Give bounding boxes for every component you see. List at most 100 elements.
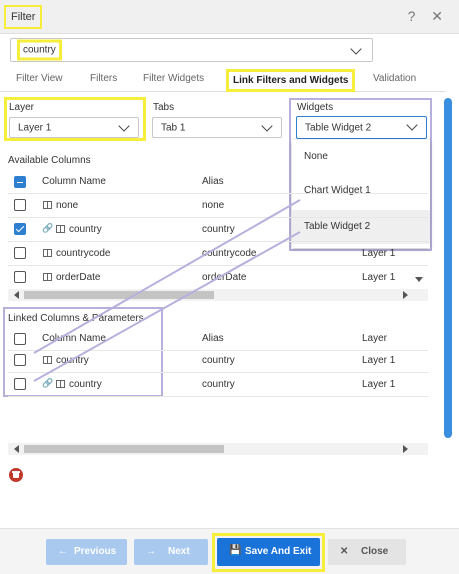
table-row[interactable]: orderDate orderDate Layer 1	[8, 266, 428, 290]
title-icons: ? ✕	[408, 8, 449, 25]
hscroll-thumb[interactable]	[24, 291, 214, 299]
layer-select-value: Layer 1	[18, 122, 52, 133]
filter-select[interactable]: country	[10, 38, 373, 62]
linked-columns-hscrollbar[interactable]	[8, 443, 428, 455]
dialog-footer: ← Previous → Next 💾 Save And Exit ✕ Clos…	[0, 528, 459, 574]
column-icon	[43, 356, 52, 364]
widgets-label: Widgets	[297, 102, 334, 113]
hscroll-thumb[interactable]	[24, 445, 224, 453]
row-column-name: none	[56, 200, 79, 211]
widgets-select[interactable]: Table Widget 2	[296, 116, 427, 139]
filter-select-value: country	[17, 39, 62, 61]
row-layer: Layer 1	[362, 379, 396, 390]
select-all-linked-checkbox[interactable]	[14, 333, 26, 345]
table-row[interactable]: country country Layer 1	[8, 349, 428, 373]
row-alias: countrycode	[202, 248, 257, 259]
tabs-select-value: Tab 1	[161, 122, 186, 133]
header-alias: Alias	[202, 176, 224, 187]
layer-label: Layer	[9, 102, 35, 113]
row-checkbox[interactable]	[14, 199, 26, 211]
tab-bar: Filter View Filters Filter Widgets Link …	[0, 66, 445, 92]
table-row[interactable]: 🔗 country country Layer 1	[8, 373, 428, 397]
link-icon: 🔗	[42, 378, 54, 388]
tabs-label: Tabs	[153, 102, 175, 113]
row-column-name: orderDate	[56, 272, 101, 283]
link-icon: 🔗	[42, 223, 54, 233]
row-checkbox[interactable]	[14, 354, 26, 366]
row-column-name: countrycode	[56, 248, 111, 259]
linked-columns-title: Linked Columns & Parameters	[8, 313, 144, 324]
tab-filter-widgets[interactable]: Filter Widgets	[143, 73, 204, 84]
tab-filters[interactable]: Filters	[90, 73, 117, 84]
header-column-name: Column Name	[42, 333, 106, 344]
tabs-select[interactable]: Tab 1	[152, 117, 282, 138]
save-and-exit-button[interactable]: 💾 Save And Exit	[217, 538, 320, 566]
column-icon	[56, 225, 65, 233]
close-icon: ✕	[340, 546, 349, 557]
save-icon: 💾	[229, 545, 242, 556]
widgets-option-none[interactable]: None	[292, 140, 430, 174]
help-icon[interactable]: ?	[408, 8, 422, 24]
row-alias: country	[202, 379, 235, 390]
column-icon	[43, 249, 52, 257]
tab-filter-view[interactable]: Filter View	[16, 73, 63, 84]
close-button-label: Close	[361, 546, 389, 557]
row-column-name: country	[69, 224, 102, 235]
row-alias: country	[202, 224, 235, 235]
arrow-right-icon: →	[146, 546, 156, 557]
header-layer: Layer	[362, 333, 388, 344]
widgets-select-value: Table Widget 2	[305, 122, 372, 133]
dialog-title: Filter	[4, 5, 43, 29]
scroll-left-arrow[interactable]	[14, 291, 19, 299]
column-icon	[43, 273, 52, 281]
row-alias: none	[202, 200, 225, 211]
row-checkbox[interactable]	[14, 271, 26, 283]
row-layer: Layer 1	[362, 272, 396, 283]
row-layer: Layer 1	[362, 355, 396, 366]
scroll-right-arrow[interactable]	[403, 445, 408, 453]
next-button-label: Next	[168, 546, 190, 557]
select-all-checkbox[interactable]	[14, 176, 26, 188]
available-columns-title: Available Columns	[8, 155, 91, 166]
linked-columns-header-row: Column Name Alias Layer	[8, 327, 428, 351]
next-button[interactable]: → Next	[134, 539, 208, 565]
tab-link-filters-and-widgets[interactable]: Link Filters and Widgets	[226, 69, 356, 92]
scroll-left-arrow[interactable]	[14, 445, 19, 453]
row-column-name: country	[69, 379, 102, 390]
table-row[interactable]: 🔗 country country	[8, 218, 428, 242]
previous-button-label: Previous	[74, 546, 117, 557]
close-button[interactable]: ✕ Close	[328, 539, 406, 565]
row-alias: orderDate	[202, 272, 247, 283]
title-bar: Filter ? ✕	[0, 0, 459, 34]
vscroll-thumb[interactable]	[444, 98, 452, 438]
scroll-down-arrow[interactable]	[415, 277, 423, 282]
table-row[interactable]: countrycode countrycode Layer 1	[8, 242, 428, 266]
row-alias: country	[202, 355, 235, 366]
row-checkbox[interactable]	[14, 247, 26, 259]
chevron-down-icon	[118, 120, 130, 132]
row-checkbox[interactable]	[14, 378, 26, 390]
column-icon	[56, 380, 65, 388]
filter-dialog: Filter ? ✕ country Filter View Filters F…	[0, 0, 459, 574]
scroll-right-arrow[interactable]	[403, 291, 408, 299]
header-column-name: Column Name	[42, 176, 106, 187]
delete-icon[interactable]	[9, 468, 23, 482]
row-column-name: country	[56, 355, 89, 366]
chevron-down-icon	[261, 120, 273, 132]
tab-validation[interactable]: Validation	[373, 73, 416, 84]
available-columns-hscrollbar[interactable]	[8, 289, 428, 301]
layer-select[interactable]: Layer 1	[9, 117, 139, 138]
chevron-down-icon	[406, 119, 418, 131]
arrow-left-icon: ←	[58, 546, 68, 557]
row-layer: Layer 1	[362, 248, 396, 259]
previous-button[interactable]: ← Previous	[46, 539, 127, 565]
row-checkbox[interactable]	[14, 223, 26, 235]
close-icon[interactable]: ✕	[431, 8, 449, 24]
main-vscrollbar[interactable]	[444, 98, 452, 438]
chevron-down-icon	[350, 43, 362, 55]
table-row[interactable]: none none	[8, 194, 428, 218]
save-button-label: Save And Exit	[245, 546, 312, 557]
available-columns-header-row: Column Name Alias	[8, 170, 428, 194]
header-alias: Alias	[202, 333, 224, 344]
column-icon	[43, 201, 52, 209]
